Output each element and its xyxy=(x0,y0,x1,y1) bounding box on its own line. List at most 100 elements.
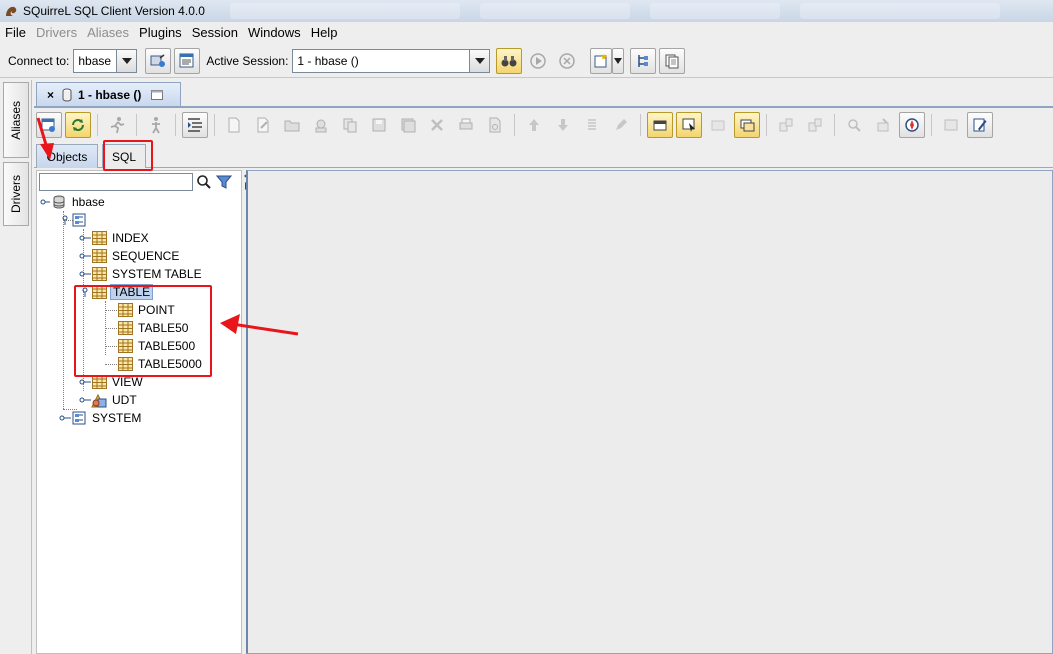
collapsed-toggle-icon[interactable] xyxy=(79,247,91,265)
next-button[interactable] xyxy=(550,112,576,138)
tile-windows-button[interactable] xyxy=(630,47,657,74)
menu-session[interactable]: Session xyxy=(187,22,243,44)
close-icon[interactable]: × xyxy=(47,88,54,102)
menu-aliases[interactable]: Aliases xyxy=(82,22,134,44)
new-window-icon xyxy=(594,53,608,67)
format-button[interactable] xyxy=(579,112,605,138)
collapsed-toggle-icon[interactable] xyxy=(79,265,91,283)
previous-button[interactable] xyxy=(521,112,547,138)
tab-left-button[interactable] xyxy=(647,112,673,138)
save-button[interactable] xyxy=(366,112,392,138)
print-preview-button[interactable] xyxy=(482,112,508,138)
session-toolbar xyxy=(34,109,1053,141)
refresh-arrows-icon xyxy=(72,119,84,131)
menu-plugins[interactable]: Plugins xyxy=(134,22,187,44)
replace-icon xyxy=(877,118,889,132)
tree-node-sequence[interactable]: SEQUENCE xyxy=(79,247,181,265)
bookmark-button[interactable] xyxy=(773,112,799,138)
tree-node-system[interactable]: SYSTEM xyxy=(59,409,143,427)
commit-button[interactable] xyxy=(182,112,208,138)
object-tabs: Objects SQL xyxy=(34,142,1053,168)
graph-button[interactable] xyxy=(938,112,964,138)
tree-node-schema[interactable] xyxy=(59,211,94,229)
tab-right-button[interactable] xyxy=(676,112,702,138)
connect-icon xyxy=(150,53,166,67)
refresh-button[interactable] xyxy=(36,112,62,138)
session-tab[interactable]: × 1 - hbase () xyxy=(36,82,181,106)
save-all-button[interactable] xyxy=(395,112,421,138)
print-button[interactable] xyxy=(453,112,479,138)
chevron-down-icon[interactable] xyxy=(469,49,490,72)
tree-node-label: INDEX xyxy=(112,231,149,245)
tree-connector xyxy=(63,211,64,409)
tree-node-label: SEQUENCE xyxy=(112,249,180,263)
new-session-button[interactable] xyxy=(174,47,201,74)
copy-documents-icon xyxy=(665,54,679,68)
connect-to-select[interactable]: hbase xyxy=(73,48,138,73)
menu-file[interactable]: File xyxy=(0,22,31,44)
tree-node-udt[interactable]: UDT xyxy=(79,391,139,409)
play-circle-icon xyxy=(530,52,547,69)
find-button[interactable] xyxy=(841,112,867,138)
menu-drivers[interactable]: Drivers xyxy=(31,22,82,44)
go-button[interactable] xyxy=(899,112,925,138)
expanded-toggle-icon[interactable] xyxy=(39,193,51,211)
tree-node-label: SYSTEM xyxy=(92,411,142,425)
connect-button[interactable] xyxy=(145,47,172,74)
replace-button[interactable] xyxy=(870,112,896,138)
tree-node-label: hbase xyxy=(72,195,105,209)
running-man-icon xyxy=(110,117,125,134)
delete-button[interactable] xyxy=(424,112,450,138)
table-folder-icon xyxy=(91,248,107,264)
save-as-button[interactable] xyxy=(308,112,334,138)
tab-objects[interactable]: Objects xyxy=(36,144,98,168)
reconnect-button[interactable] xyxy=(65,112,91,138)
arrow-up-icon xyxy=(529,119,539,131)
open-folder-button[interactable] xyxy=(279,112,305,138)
blurred-taskbar-area xyxy=(480,3,630,19)
side-tab-drivers[interactable]: Drivers xyxy=(3,162,29,226)
tree-search-row xyxy=(39,173,233,191)
collapsed-toggle-icon[interactable] xyxy=(59,409,71,427)
tree-search-input[interactable] xyxy=(39,173,193,191)
tree-filter-button[interactable] xyxy=(215,173,233,191)
collapsed-toggle-icon[interactable] xyxy=(79,391,91,409)
toolbar-separator xyxy=(136,114,137,136)
stop-button[interactable] xyxy=(554,48,580,74)
tab-close-button[interactable] xyxy=(705,112,731,138)
session-properties-button[interactable] xyxy=(496,47,523,74)
copy-button[interactable] xyxy=(337,112,363,138)
expanded-toggle-icon[interactable] xyxy=(59,211,71,229)
editor-button[interactable] xyxy=(967,112,993,138)
lines-icon xyxy=(588,119,596,130)
maximize-icon[interactable] xyxy=(151,89,164,100)
object-tree-panel: hbase INDEX SEQUENCE SYSTEM TABLE TABLE … xyxy=(36,170,242,654)
cascade-windows-button[interactable] xyxy=(659,47,686,74)
menu-help[interactable]: Help xyxy=(306,22,343,44)
arrow-down-icon xyxy=(558,119,568,131)
edit-file-icon xyxy=(257,117,269,133)
new-file-button[interactable] xyxy=(221,112,247,138)
new-file-icon xyxy=(228,117,240,133)
new-window-dropdown[interactable] xyxy=(612,47,625,74)
tree-node-index[interactable]: INDEX xyxy=(79,229,151,247)
active-session-select[interactable]: 1 - hbase () xyxy=(292,48,491,73)
run-button[interactable] xyxy=(525,48,551,74)
stop-sql-button[interactable] xyxy=(143,112,169,138)
chevron-down-icon[interactable] xyxy=(116,49,137,72)
bookmark-add-button[interactable] xyxy=(802,112,828,138)
run-sql-button[interactable] xyxy=(104,112,130,138)
side-tab-aliases[interactable]: Aliases xyxy=(3,82,29,158)
close-circle-icon xyxy=(559,52,576,69)
menu-windows[interactable]: Windows xyxy=(243,22,306,44)
tree-node-hbase[interactable]: hbase xyxy=(39,193,107,211)
new-window-button[interactable] xyxy=(590,47,613,74)
edit-file-button[interactable] xyxy=(250,112,276,138)
tab-list-button[interactable] xyxy=(734,112,760,138)
tree-node-system-table[interactable]: SYSTEM TABLE xyxy=(79,265,204,283)
edit-button[interactable] xyxy=(608,112,634,138)
tree-search-button[interactable] xyxy=(195,173,213,191)
collapsed-toggle-icon[interactable] xyxy=(79,229,91,247)
session-window-icon xyxy=(179,53,194,67)
save-icon xyxy=(372,118,386,132)
